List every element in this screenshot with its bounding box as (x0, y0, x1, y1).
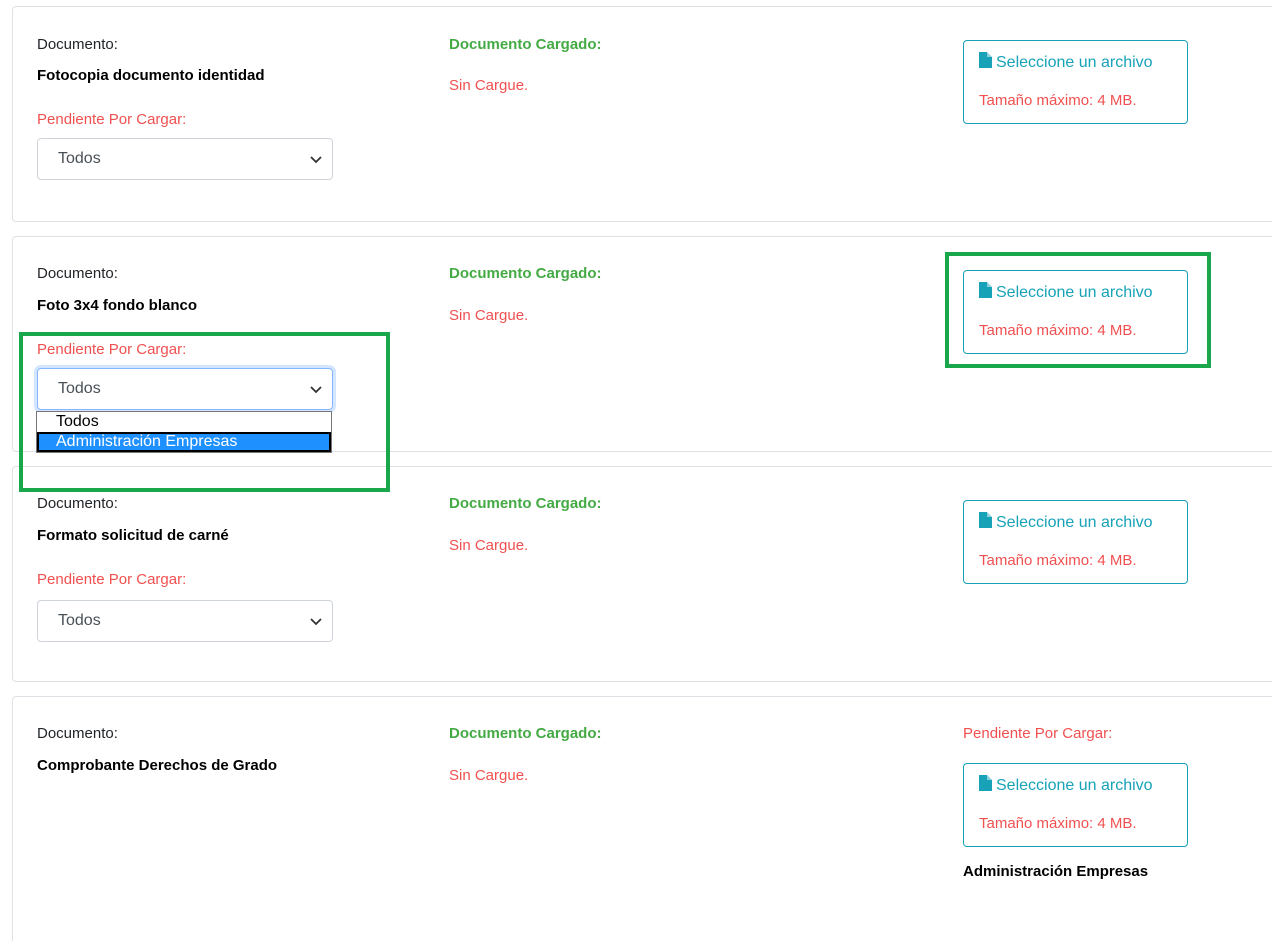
loaded-label: Documento Cargado: (449, 36, 602, 53)
file-icon (979, 282, 992, 303)
dropdown-option[interactable]: Todos (37, 412, 331, 432)
select-file-button[interactable]: Seleccione un archivo (979, 282, 1153, 303)
document-card-1: Documento: Fotocopia documento identidad… (12, 6, 1272, 222)
document-name: Formato solicitud de carné (37, 527, 229, 544)
program-dropdown-list: Todos Administración Empresas (36, 411, 332, 453)
upload-box[interactable]: Seleccione un archivo Tamaño máximo: 4 M… (963, 763, 1188, 847)
select-value: Todos (58, 612, 101, 629)
dropdown-option-selected[interactable]: Administración Empresas (37, 432, 331, 452)
file-icon (979, 52, 992, 73)
select-file-label: Seleccione un archivo (996, 776, 1153, 794)
file-icon (979, 775, 992, 796)
upload-box[interactable]: Seleccione un archivo Tamaño máximo: 4 M… (963, 40, 1188, 124)
program-select[interactable]: Todos (37, 368, 333, 410)
no-upload-text: Sin Cargue. (449, 77, 529, 94)
upload-box[interactable]: Seleccione un archivo Tamaño máximo: 4 M… (963, 270, 1188, 354)
document-upload-page: Documento: Fotocopia documento identidad… (0, 0, 1272, 941)
select-value: Todos (58, 150, 101, 167)
document-card-3: Documento: Formato solicitud de carné Pe… (12, 466, 1272, 682)
document-label: Documento: (37, 36, 118, 53)
pending-label: Pendiente Por Cargar: (37, 571, 187, 588)
select-file-button[interactable]: Seleccione un archivo (979, 512, 1153, 533)
file-icon (979, 512, 992, 533)
pending-label: Pendiente Por Cargar: (37, 341, 187, 358)
chevron-down-icon (310, 369, 322, 409)
document-name: Fotocopia documento identidad (37, 67, 265, 84)
no-upload-text: Sin Cargue. (449, 537, 529, 554)
select-file-label: Seleccione un archivo (996, 513, 1153, 531)
loaded-label: Documento Cargado: (449, 725, 602, 742)
pending-label: Pendiente Por Cargar: (963, 725, 1113, 742)
loaded-label: Documento Cargado: (449, 265, 602, 282)
no-upload-text: Sin Cargue. (449, 767, 529, 784)
loaded-label: Documento Cargado: (449, 495, 602, 512)
select-file-button[interactable]: Seleccione un archivo (979, 775, 1153, 796)
document-name: Comprobante Derechos de Grado (37, 757, 278, 774)
program-select[interactable]: Todos (37, 600, 333, 642)
select-file-label: Seleccione un archivo (996, 53, 1153, 71)
document-label: Documento: (37, 725, 118, 742)
max-size-text: Tamaño máximo: 4 MB. (979, 92, 1137, 109)
select-file-label: Seleccione un archivo (996, 283, 1153, 301)
document-label: Documento: (37, 495, 118, 512)
program-name: Administración Empresas (963, 863, 1149, 880)
max-size-text: Tamaño máximo: 4 MB. (979, 815, 1137, 832)
document-label: Documento: (37, 265, 118, 282)
chevron-down-icon (310, 601, 322, 641)
upload-box[interactable]: Seleccione un archivo Tamaño máximo: 4 M… (963, 500, 1188, 584)
select-value: Todos (58, 380, 101, 397)
document-card-4: Documento: Comprobante Derechos de Grado… (12, 696, 1272, 941)
document-name: Foto 3x4 fondo blanco (37, 297, 197, 314)
chevron-down-icon (310, 139, 322, 179)
select-file-button[interactable]: Seleccione un archivo (979, 52, 1153, 73)
max-size-text: Tamaño máximo: 4 MB. (979, 322, 1137, 339)
max-size-text: Tamaño máximo: 4 MB. (979, 552, 1137, 569)
program-select[interactable]: Todos (37, 138, 333, 180)
no-upload-text: Sin Cargue. (449, 307, 529, 324)
pending-label: Pendiente Por Cargar: (37, 111, 187, 128)
